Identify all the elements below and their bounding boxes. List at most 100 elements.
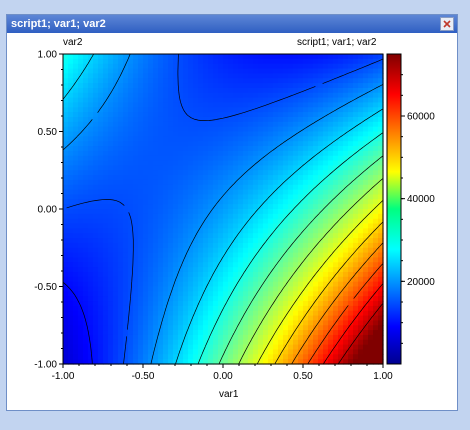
heatmap-cell (228, 267, 234, 273)
heatmap-cell (318, 218, 324, 225)
heatmap-cell (218, 136, 224, 142)
heatmap-cell (78, 209, 84, 215)
heatmap-cell (303, 141, 309, 147)
heatmap-cell (288, 112, 294, 118)
heatmap-cell (208, 141, 214, 147)
heatmap-cell (328, 54, 334, 60)
heatmap-cell (363, 83, 369, 89)
heatmap-cell (203, 252, 209, 259)
heatmap-cell (158, 199, 164, 205)
heatmap-cell (253, 54, 259, 60)
heatmap-cell (273, 121, 279, 128)
heatmap-cell (173, 184, 179, 191)
heatmap-cell (368, 165, 374, 171)
heatmap-cell (223, 179, 229, 186)
heatmap-cell (83, 339, 89, 346)
heatmap-cell (68, 131, 74, 137)
heatmap-cell (233, 126, 239, 133)
heatmap-cell (228, 170, 234, 176)
heatmap-cell (163, 339, 169, 346)
heatmap-cell (153, 262, 159, 268)
heatmap-cell (138, 170, 144, 176)
heatmap-cell (288, 262, 294, 268)
heatmap-cell (353, 325, 359, 331)
heatmap-cell (333, 286, 339, 292)
heatmap-cell (243, 339, 249, 346)
heatmap-cell (83, 155, 89, 162)
heatmap-cell (98, 223, 104, 229)
heatmap-cell (148, 131, 154, 137)
heatmap-cell (143, 339, 149, 346)
heatmap-cell (363, 126, 369, 133)
heatmap-cell (143, 58, 149, 65)
heatmap-cell (373, 349, 379, 355)
heatmap-cell (173, 199, 179, 205)
heatmap-cell (283, 209, 289, 215)
heatmap-cell (193, 320, 199, 326)
heatmap-cell (338, 223, 344, 229)
window-titlebar[interactable]: script1; var1; var2 (7, 15, 457, 33)
heatmap-cell (358, 344, 364, 351)
heatmap-cell (103, 305, 109, 312)
heatmap-cell (188, 262, 194, 268)
heatmap-cell (318, 228, 324, 234)
heatmap-cell (173, 267, 179, 273)
heatmap-cell (108, 141, 114, 147)
heatmap-cell (248, 233, 254, 239)
heatmap-cell (93, 189, 99, 196)
heatmap-cell (63, 83, 69, 89)
heatmap-cell (143, 252, 149, 259)
heatmap-cell (68, 233, 74, 239)
heatmap-cell (138, 155, 144, 162)
heatmap-cell (333, 146, 339, 152)
heatmap-cell (313, 330, 319, 336)
heatmap-cell (313, 54, 319, 60)
heatmap-cell (368, 267, 374, 273)
heatmap-cell (263, 136, 269, 142)
heatmap-cell (238, 344, 244, 351)
heatmap-cell (228, 87, 234, 94)
heatmap-cell (118, 262, 124, 268)
heatmap-cell (348, 112, 354, 118)
heatmap-cell (143, 334, 149, 341)
heatmap-cell (243, 150, 249, 157)
heatmap-cell (188, 160, 194, 166)
heatmap-cell (283, 242, 289, 249)
heatmap-cell (318, 310, 324, 317)
heatmap-cell (143, 155, 149, 162)
heatmap-cell (73, 301, 79, 307)
heatmap-cell (113, 315, 119, 321)
heatmap-cell (203, 112, 209, 118)
heatmap-cell (133, 126, 139, 133)
heatmap-cell (243, 136, 249, 142)
heatmap-cell (268, 136, 274, 142)
heatmap-cell (73, 141, 79, 147)
heatmap-cell (328, 223, 334, 229)
heatmap-cell (183, 204, 189, 210)
heatmap-cell (188, 131, 194, 137)
heatmap-cell (268, 78, 274, 84)
heatmap-cell (143, 78, 149, 84)
heatmap-cell (148, 233, 154, 239)
heatmap-cell (373, 286, 379, 292)
heatmap-cell (213, 291, 219, 297)
heatmap-cell (118, 165, 124, 171)
heatmap-cell (113, 238, 119, 244)
heatmap-cell (258, 257, 264, 263)
heatmap-cell (98, 54, 104, 60)
heatmap-cell (333, 223, 339, 229)
heatmap-cell (98, 179, 104, 186)
heatmap-cell (228, 97, 234, 104)
heatmap-cell (248, 116, 254, 123)
heatmap-cell (308, 286, 314, 292)
heatmap-cell (173, 102, 179, 108)
heatmap-cell (278, 204, 284, 210)
heatmap-cell (158, 116, 164, 123)
heatmap-cell (88, 271, 94, 278)
heatmap-cell (373, 213, 379, 220)
heatmap-cell (193, 339, 199, 346)
close-icon[interactable] (440, 17, 454, 31)
heatmap-cell (198, 325, 204, 331)
heatmap-cell (353, 276, 359, 283)
heatmap-cell (148, 199, 154, 205)
